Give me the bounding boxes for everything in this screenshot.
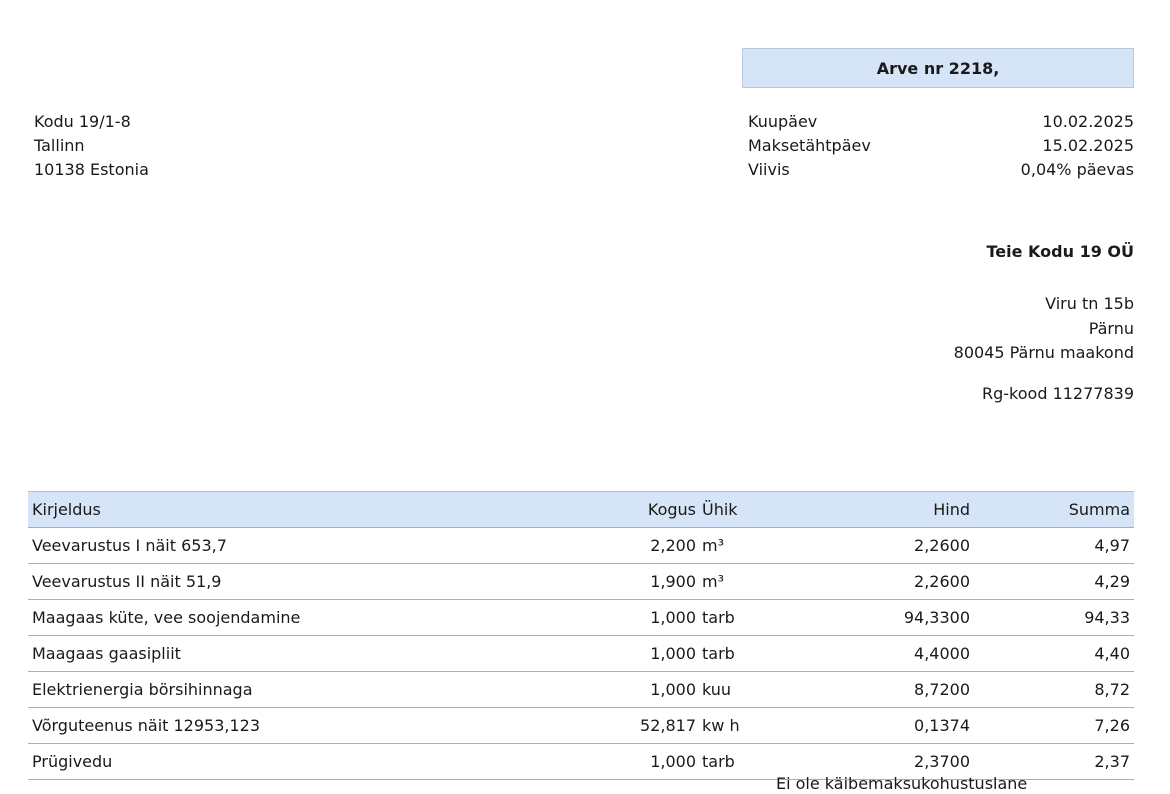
cell-description: Veevarustus I näit 653,7 <box>28 527 588 564</box>
meta-row-penalty: Viivis 0,04% päevas <box>748 158 1134 182</box>
cell-sum: 4,97 <box>978 527 1134 564</box>
cell-description: Maagaas gaasipliit <box>28 635 588 672</box>
cell-unit: tarb <box>698 599 828 636</box>
cell-price: 2,2600 <box>828 527 978 564</box>
meta-value: 10.02.2025 <box>1042 112 1134 131</box>
header-price: Hind <box>828 491 978 528</box>
company-block: Teie Kodu 19 OÜ <box>987 240 1135 264</box>
cell-unit: m³ <box>698 563 828 600</box>
table-row: Maagaas gaasipliit 1,000 tarb 4,4000 4,4… <box>28 635 1134 672</box>
company-reg-code: Rg-kood 11277839 <box>982 384 1134 403</box>
cell-quantity: 1,000 <box>588 599 698 636</box>
customer-address: Kodu 19/1-8 Tallinn 10138 Estonia <box>34 110 149 182</box>
company-address: Viru tn 15b Pärnu 80045 Pärnu maakond <box>954 292 1134 366</box>
cell-price: 0,1374 <box>828 707 978 744</box>
cell-sum: 94,33 <box>978 599 1134 636</box>
cell-sum: 7,26 <box>978 707 1134 744</box>
cell-description: Elektrienergia börsihinnaga <box>28 671 588 708</box>
meta-value: 15.02.2025 <box>1042 136 1134 155</box>
invoice-title: Arve nr 2218, <box>742 48 1134 88</box>
vat-note: Ei ole käibemaksukohustuslane <box>776 774 1028 793</box>
meta-value: 0,04% päevas <box>1020 160 1134 179</box>
cell-price: 94,3300 <box>828 599 978 636</box>
cell-unit: kw h <box>698 707 828 744</box>
customer-address-line: Kodu 19/1-8 <box>34 112 131 131</box>
cell-description: Veevarustus II näit 51,9 <box>28 563 588 600</box>
cell-description: Prügivedu <box>28 743 588 780</box>
table-header-row: Kirjeldus Kogus Ühik Hind Summa <box>28 491 1134 528</box>
meta-label: Viivis <box>748 160 790 179</box>
cell-quantity: 52,817 <box>588 707 698 744</box>
company-street: Viru tn 15b <box>1045 294 1134 313</box>
cell-price: 2,2600 <box>828 563 978 600</box>
header-description: Kirjeldus <box>28 491 588 528</box>
cell-quantity: 1,000 <box>588 671 698 708</box>
table-row: Elektrienergia börsihinnaga 1,000 kuu 8,… <box>28 671 1134 708</box>
cell-unit: m³ <box>698 527 828 564</box>
table-row: Veevarustus I näit 653,7 2,200 m³ 2,2600… <box>28 527 1134 564</box>
invoice-items-table: Kirjeldus Kogus Ühik Hind Summa Veevarus… <box>28 491 1134 780</box>
cell-price: 8,7200 <box>828 671 978 708</box>
meta-label: Maksetähtpäev <box>748 136 871 155</box>
company-name: Teie Kodu 19 OÜ <box>986 242 1135 261</box>
invoice-meta: Kuupäev 10.02.2025 Maksetähtpäev 15.02.2… <box>748 110 1134 182</box>
cell-sum: 4,40 <box>978 635 1134 672</box>
table-row: Maagaas küte, vee soojendamine 1,000 tar… <box>28 599 1134 636</box>
meta-row-date: Kuupäev 10.02.2025 <box>748 110 1134 134</box>
customer-address-line: 10138 Estonia <box>34 160 149 179</box>
cell-description: Võrguteenus näit 12953,123 <box>28 707 588 744</box>
meta-label: Kuupäev <box>748 112 818 131</box>
cell-sum: 8,72 <box>978 671 1134 708</box>
meta-row-due-date: Maksetähtpäev 15.02.2025 <box>748 134 1134 158</box>
cell-description: Maagaas küte, vee soojendamine <box>28 599 588 636</box>
header-sum: Summa <box>978 491 1134 528</box>
cell-quantity: 1,900 <box>588 563 698 600</box>
header-unit: Ühik <box>698 491 828 528</box>
cell-unit: kuu <box>698 671 828 708</box>
customer-address-line: Tallinn <box>34 136 85 155</box>
company-postal: 80045 Pärnu maakond <box>953 343 1134 362</box>
cell-price: 4,4000 <box>828 635 978 672</box>
table-row: Võrguteenus näit 12953,123 52,817 kw h 0… <box>28 707 1134 744</box>
cell-quantity: 2,200 <box>588 527 698 564</box>
cell-unit: tarb <box>698 635 828 672</box>
cell-sum: 4,29 <box>978 563 1134 600</box>
header-quantity: Kogus <box>588 491 698 528</box>
table-row: Veevarustus II näit 51,9 1,900 m³ 2,2600… <box>28 563 1134 600</box>
cell-quantity: 1,000 <box>588 743 698 780</box>
company-city: Pärnu <box>1088 318 1134 338</box>
cell-quantity: 1,000 <box>588 635 698 672</box>
